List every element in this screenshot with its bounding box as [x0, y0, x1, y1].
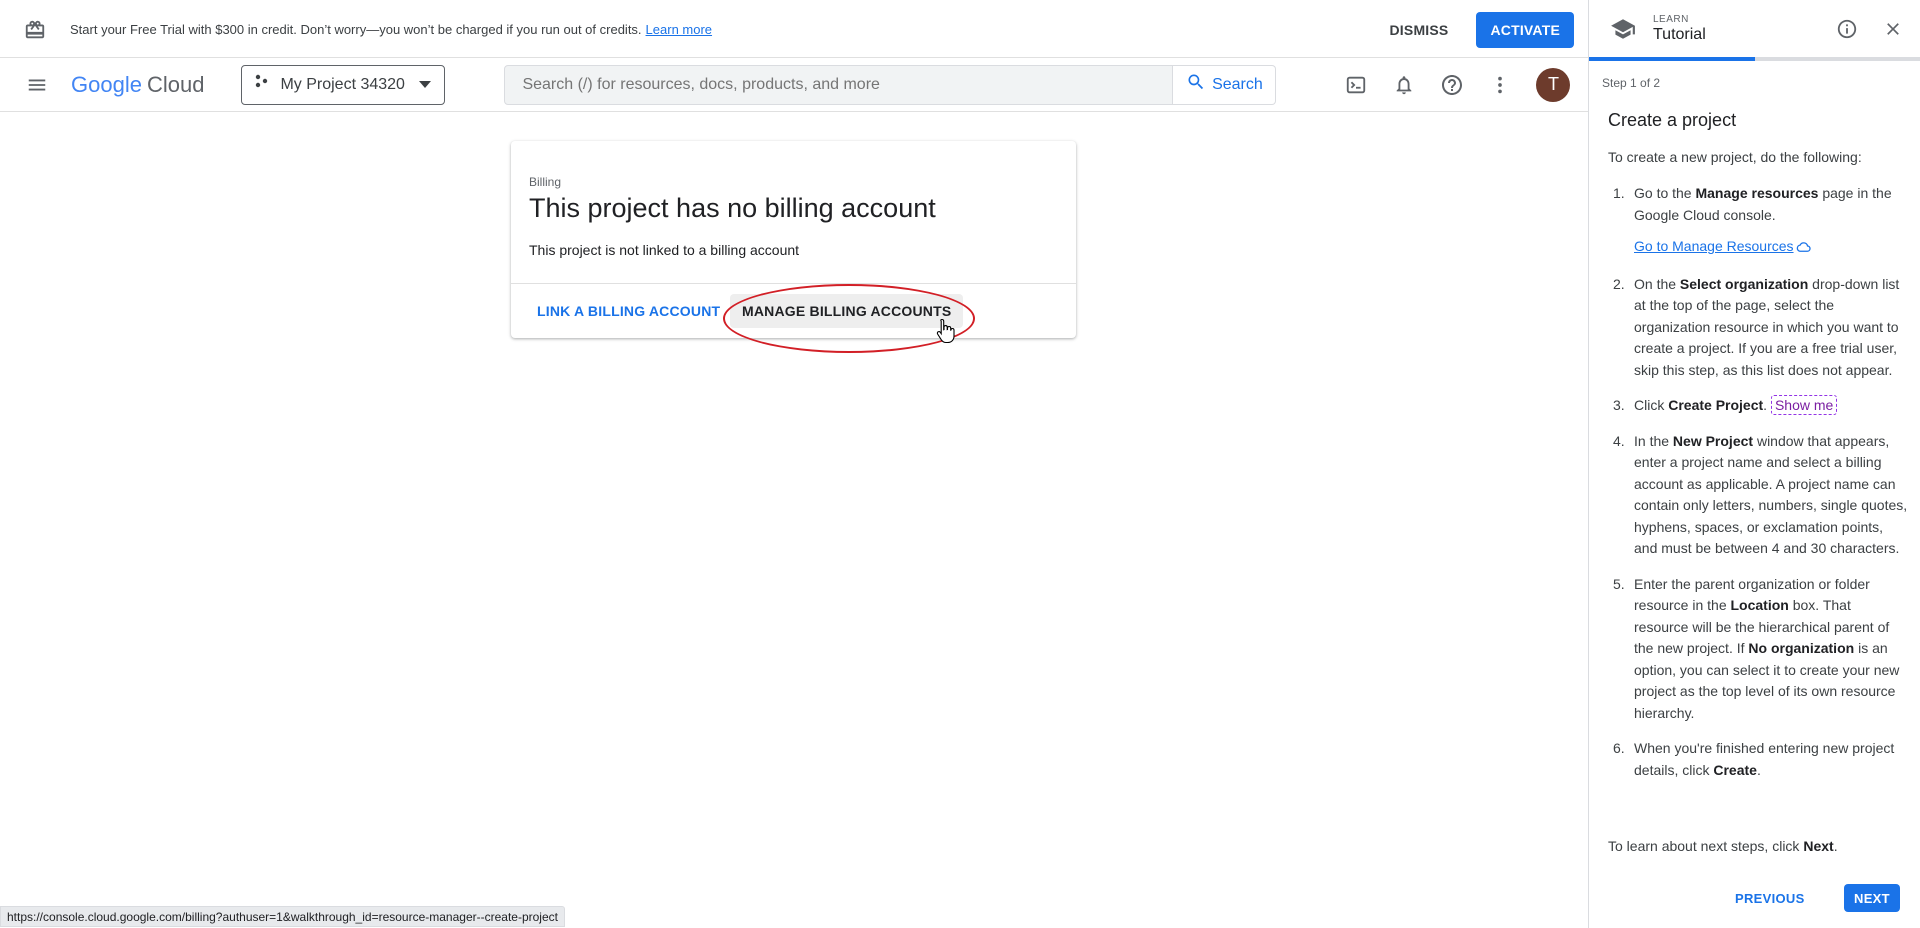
hamburger-menu-icon[interactable]: [25, 73, 49, 97]
tutorial-step-item: 6. When you're finished entering new proj…: [1608, 738, 1908, 781]
link-text: Go to Manage Resources: [1634, 238, 1794, 254]
more-vert-icon[interactable]: [1488, 73, 1512, 97]
cloud-link-icon: [1796, 238, 1811, 260]
step-bold-text: Create Project: [1668, 397, 1764, 413]
gift-icon: [23, 18, 47, 42]
search-icon: [1186, 72, 1206, 97]
step-text: Go to the: [1634, 185, 1696, 201]
nav-icon-group: T: [1344, 67, 1571, 102]
billing-description: This project is not linked to a billing …: [529, 242, 800, 258]
card-divider: [511, 283, 1076, 284]
step-bold-text: Manage resources: [1695, 185, 1819, 201]
free-trial-banner: Start your Free Trial with $300 in credi…: [0, 2, 1588, 58]
step-text: .: [1756, 761, 1761, 778]
tutorial-step-indicator: Step 1 of 2: [1602, 76, 1661, 90]
google-cloud-logo[interactable]: Google Cloud: [71, 72, 204, 98]
previous-button[interactable]: PREVIOUS: [1735, 884, 1805, 912]
billing-card: Billing This project has no billing acco…: [511, 141, 1076, 338]
tutorial-steps-list: 1. Go to the Manage resources page in the…: [1608, 183, 1908, 795]
go-to-manage-resources-link[interactable]: Go to Manage Resources: [1634, 236, 1811, 260]
close-icon[interactable]: [1881, 17, 1905, 41]
caret-down-icon: [418, 76, 431, 94]
tutorial-step-item: 1. Go to the Manage resources page in the…: [1608, 183, 1908, 260]
billing-title: This project has no billing account: [529, 193, 936, 223]
tutorial-header: LEARN Tutorial: [1589, 0, 1920, 58]
tutorial-panel: LEARN Tutorial Step 1 of 2 Create a proj…: [1588, 0, 1920, 928]
search-button-label: Search: [1212, 75, 1263, 93]
tutorial-outro: To learn about next steps, click Next.: [1608, 838, 1838, 854]
help-icon[interactable]: [1440, 73, 1464, 97]
project-picker[interactable]: My Project 34320: [241, 64, 446, 105]
tutorial-step-item: 4. In the New Project window that appears…: [1608, 431, 1908, 560]
tutorial-step-item: 2. On the Select organization drop-down l…: [1608, 274, 1908, 382]
activate-button[interactable]: ACTIVATE: [1476, 11, 1574, 48]
tutorial-progress-bar: [1589, 57, 1920, 61]
step-number: 1.: [1613, 185, 1625, 201]
dismiss-button[interactable]: DISMISS: [1390, 22, 1449, 38]
tutorial-title: Tutorial: [1653, 26, 1706, 43]
tutorial-step-item: 5. Enter the parent organization or folde…: [1608, 574, 1908, 725]
tutorial-heading: Create a project: [1608, 110, 1737, 130]
step-number: 4.: [1613, 432, 1625, 449]
next-button[interactable]: NEXT: [1844, 884, 1900, 912]
tutorial-header-text: LEARN Tutorial: [1653, 14, 1706, 44]
step-number: 3.: [1613, 397, 1625, 413]
cloud-shell-icon[interactable]: [1344, 73, 1368, 97]
step-text: On the: [1634, 275, 1680, 292]
notifications-bell-icon[interactable]: [1392, 73, 1416, 97]
step-bold-text: Create: [1713, 761, 1757, 778]
step-number: 2.: [1613, 275, 1625, 292]
top-navigation-bar: Google Cloud My Project 34320 Search (/)…: [0, 58, 1588, 112]
step-bold-text: No organization: [1748, 640, 1855, 656]
google-wordmark: Google: [71, 71, 142, 97]
step-text: In the: [1634, 432, 1673, 449]
graduation-cap-icon: [1609, 15, 1637, 43]
search-button[interactable]: Search: [1173, 64, 1277, 105]
manage-billing-accounts-button[interactable]: MANAGE BILLING ACCOUNTS: [730, 294, 964, 328]
search-input[interactable]: [504, 64, 1174, 105]
step-bold-text: Location: [1730, 597, 1789, 613]
step-number: 5.: [1613, 575, 1625, 592]
info-icon[interactable]: [1835, 17, 1859, 41]
outro-text: To learn about next steps, click: [1608, 838, 1804, 854]
step-text: .: [1763, 397, 1768, 413]
step-bold-text: New Project: [1672, 432, 1754, 449]
step-text: Click: [1634, 397, 1669, 413]
billing-eyebrow: Billing: [529, 175, 562, 189]
tutorial-progress-fill: [1589, 57, 1755, 61]
outro-text: .: [1833, 838, 1838, 854]
status-bar-url: https://console.cloud.google.com/billing…: [0, 906, 565, 927]
account-avatar[interactable]: T: [1536, 67, 1571, 102]
cloud-wordmark: Cloud: [146, 71, 205, 97]
outro-bold-text: Next: [1803, 838, 1834, 854]
step-number: 6.: [1613, 740, 1625, 756]
free-trial-text: Start your Free Trial with $300 in credi…: [70, 22, 642, 37]
step-text: window that appears, enter a project nam…: [1634, 432, 1908, 557]
step-text: When you're finished entering new projec…: [1634, 740, 1895, 778]
link-billing-account-button[interactable]: LINK A BILLING ACCOUNT: [537, 293, 720, 329]
console-main: Start your Free Trial with $300 in credi…: [0, 0, 1588, 928]
tutorial-intro: To create a new project, do the followin…: [1608, 149, 1862, 165]
show-me-button[interactable]: Show me: [1770, 395, 1838, 415]
learn-more-link[interactable]: Learn more: [646, 22, 712, 37]
project-name: My Project 34320: [280, 75, 405, 93]
step-bold-text: Select organization: [1679, 275, 1809, 292]
tutorial-step-item: 3. Click Create Project. Show me: [1608, 395, 1908, 417]
project-hierarchy-icon: [254, 74, 270, 95]
app-root: Start your Free Trial with $300 in credi…: [0, 0, 1920, 928]
tutorial-eyebrow: LEARN: [1653, 14, 1689, 25]
